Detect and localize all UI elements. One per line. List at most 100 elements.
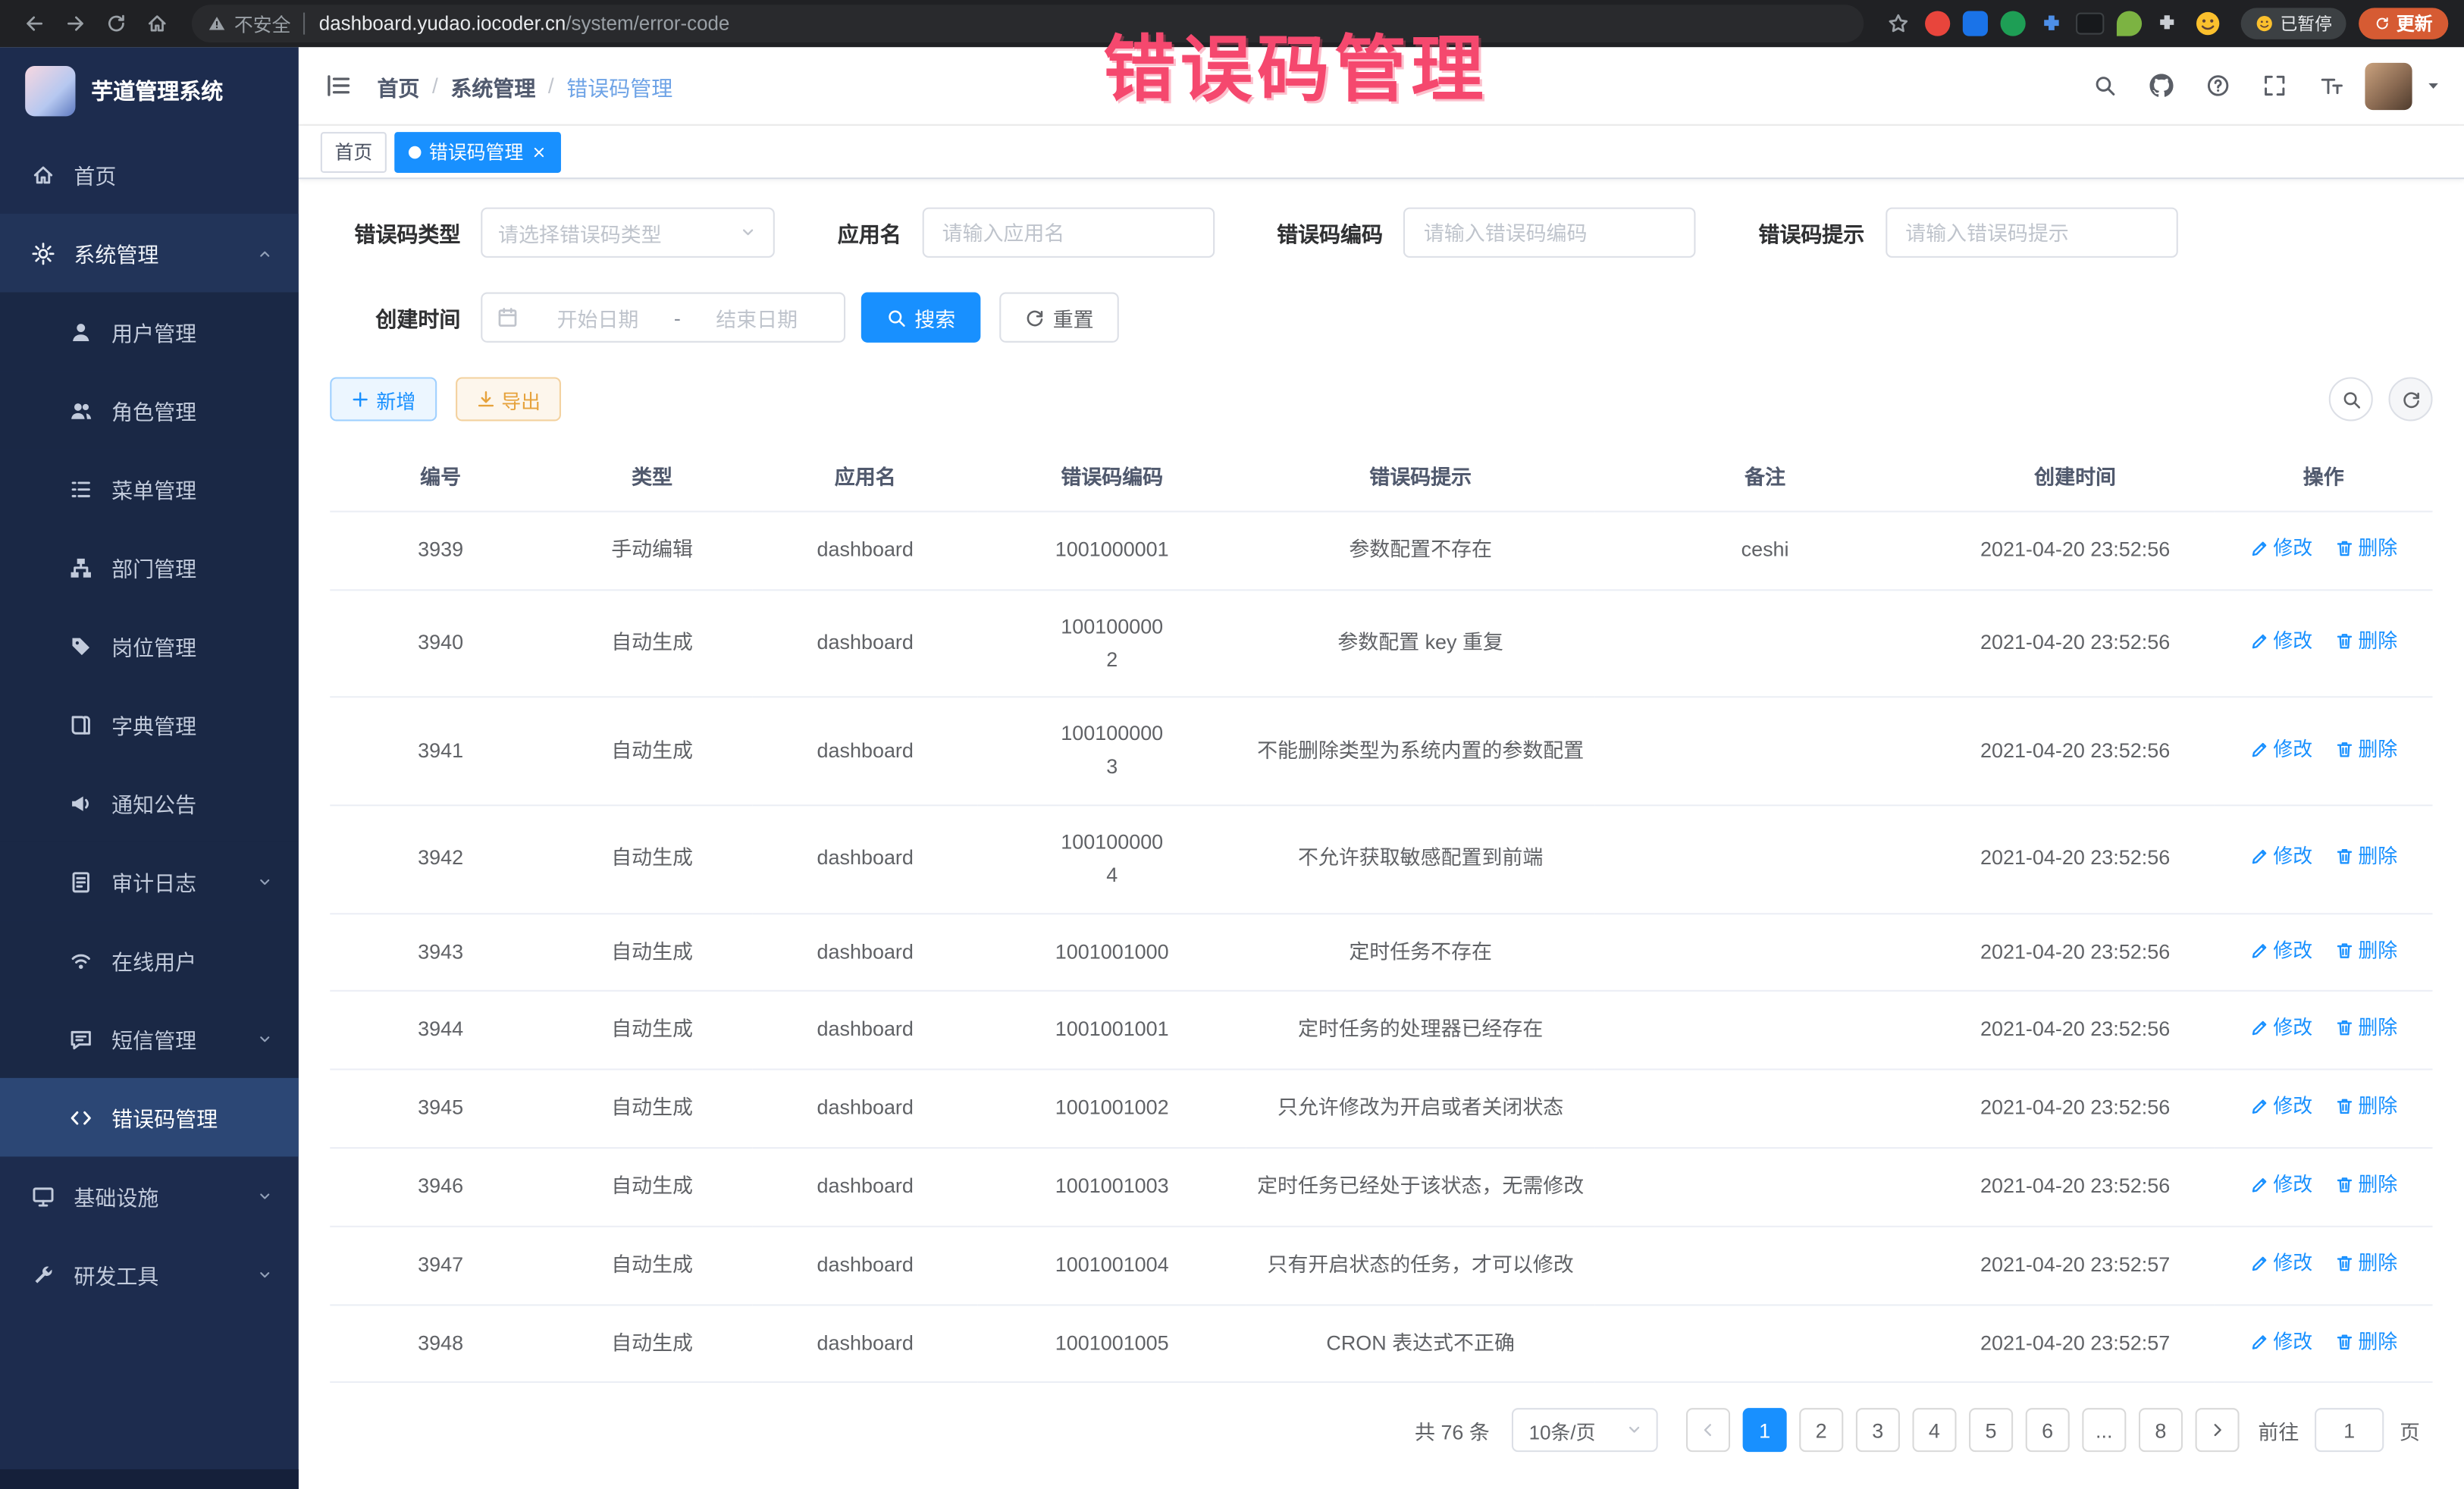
date-range-picker[interactable]: 开始日期 - 结束日期 (481, 293, 845, 343)
cell-code: 1001000004 (977, 805, 1246, 913)
page-button-3[interactable]: 3 (1856, 1409, 1900, 1453)
page-ellipsis[interactable]: ... (2082, 1409, 2126, 1453)
cell-id: 3944 (330, 992, 551, 1070)
sidebar-toggle-icon[interactable] (299, 72, 378, 99)
delete-link[interactable]: 删除 (2334, 842, 2397, 873)
sidebar-item-notice[interactable]: 通知公告 (0, 763, 299, 842)
edit-link[interactable]: 修改 (2249, 842, 2312, 873)
delete-link[interactable]: 删除 (2334, 533, 2397, 564)
cell-time: 2021-04-20 23:52:56 (1936, 1148, 2215, 1226)
tools-icon (31, 1262, 55, 1286)
avatar-caret-icon[interactable] (2425, 77, 2442, 95)
tab-error-code[interactable]: 错误码管理 (394, 131, 561, 172)
reset-button[interactable]: 重置 (999, 293, 1119, 343)
page-button-5[interactable]: 5 (1969, 1409, 2013, 1453)
sidebar-item-sms-management[interactable]: 短信管理 (0, 999, 299, 1078)
security-warning-icon[interactable] (208, 14, 227, 33)
edit-link[interactable]: 修改 (2249, 1247, 2312, 1278)
error-code-input[interactable] (1403, 208, 1696, 258)
tab-home[interactable]: 首页 (321, 131, 387, 172)
sidebar-item-post-management[interactable]: 岗位管理 (0, 607, 299, 685)
error-type-select[interactable]: 请选择错误码类型 (481, 208, 775, 258)
edit-link[interactable]: 修改 (2249, 1169, 2312, 1200)
edit-icon (2249, 1019, 2268, 1038)
sidebar-item-error-code-management[interactable]: 错误码管理 (0, 1078, 299, 1157)
extension-icon-red[interactable] (1925, 11, 1950, 36)
cell-actions: 修改删除 (2215, 697, 2433, 805)
edit-link[interactable]: 修改 (2249, 1325, 2312, 1356)
extension-icon-blue[interactable] (1963, 11, 1988, 36)
page-button-6[interactable]: 6 (2026, 1409, 2070, 1453)
edit-link[interactable]: 修改 (2249, 934, 2312, 965)
table-refresh-button[interactable] (2389, 377, 2433, 421)
fullscreen-icon[interactable] (2252, 64, 2296, 108)
close-icon[interactable] (531, 144, 547, 160)
user-avatar[interactable] (2365, 62, 2412, 109)
update-button[interactable]: 更新 (2359, 8, 2448, 39)
page-size-select[interactable]: 10条/页 (1512, 1409, 1658, 1453)
extensions-puzzle-icon[interactable] (2155, 11, 2180, 36)
delete-link[interactable]: 删除 (2334, 934, 2397, 965)
delete-link[interactable]: 删除 (2334, 733, 2397, 764)
export-button[interactable]: 导出 (455, 377, 561, 421)
table-search-button[interactable] (2329, 377, 2373, 421)
next-page-button[interactable] (2195, 1409, 2239, 1453)
edit-link[interactable]: 修改 (2249, 733, 2312, 764)
page-button-8[interactable]: 8 (2139, 1409, 2183, 1453)
bookmark-star-icon[interactable] (1879, 5, 1917, 42)
extension-icon-dark[interactable] (2076, 13, 2104, 35)
cell-type: 自动生成 (551, 697, 753, 805)
breadcrumb-item[interactable]: 首页 (377, 70, 419, 101)
delete-link[interactable]: 删除 (2334, 1091, 2397, 1122)
help-icon[interactable] (2196, 64, 2240, 108)
browser-back-icon[interactable] (16, 5, 54, 42)
font-size-icon[interactable] (2309, 64, 2353, 108)
page-button-4[interactable]: 4 (1912, 1409, 1956, 1453)
breadcrumb-item[interactable]: 系统管理 (450, 70, 535, 101)
edit-link[interactable]: 修改 (2249, 533, 2312, 564)
goto-page-input[interactable] (2315, 1409, 2384, 1453)
github-icon[interactable] (2139, 64, 2183, 108)
cell-type: 自动生成 (551, 913, 753, 991)
address-bar[interactable]: 不安全 dashboard.yudao.iocoder.cn/system/er… (192, 5, 1864, 42)
sidebar-item-home[interactable]: 首页 (0, 135, 299, 214)
edit-link[interactable]: 修改 (2249, 1013, 2312, 1044)
browser-profile-avatar-icon[interactable] (2193, 9, 2221, 37)
sidebar-item-user-management[interactable]: 用户管理 (0, 293, 299, 371)
header-search-icon[interactable] (2082, 64, 2126, 108)
sidebar-item-menu-management[interactable]: 菜单管理 (0, 450, 299, 528)
sidebar-item-dept-management[interactable]: 部门管理 (0, 528, 299, 607)
sidebar-item-infrastructure[interactable]: 基础设施 (0, 1157, 299, 1236)
extension-icon-green[interactable] (2001, 11, 2026, 36)
add-button[interactable]: 新增 (330, 377, 436, 421)
sidebar-item-audit-log[interactable]: 审计日志 (0, 842, 299, 921)
prev-page-button[interactable] (1686, 1409, 1730, 1453)
delete-link[interactable]: 删除 (2334, 1247, 2397, 1278)
edit-link[interactable]: 修改 (2249, 1091, 2312, 1122)
extension-icon-grid[interactable] (2038, 11, 2063, 36)
search-button[interactable]: 搜索 (861, 293, 981, 343)
sidebar-item-role-management[interactable]: 角色管理 (0, 371, 299, 450)
delete-link[interactable]: 删除 (2334, 1169, 2397, 1200)
tags-view: 首页错误码管理 (299, 126, 2464, 179)
app-name-input[interactable] (922, 208, 1215, 258)
sidebar-item-system-management[interactable]: 系统管理 (0, 214, 299, 293)
sidebar-item-dict-management[interactable]: 字典管理 (0, 685, 299, 764)
browser-home-icon[interactable] (138, 5, 176, 42)
delete-link[interactable]: 删除 (2334, 625, 2397, 657)
delete-link[interactable]: 删除 (2334, 1013, 2397, 1044)
edit-link[interactable]: 修改 (2249, 625, 2312, 657)
edit-icon (2249, 848, 2268, 867)
paused-label: 已暂停 (2280, 11, 2331, 36)
sidebar-item-dev-tools[interactable]: 研发工具 (0, 1235, 299, 1314)
error-hint-input[interactable] (1885, 208, 2177, 258)
delete-link[interactable]: 删除 (2334, 1325, 2397, 1356)
page-button-2[interactable]: 2 (1799, 1409, 1843, 1453)
browser-reload-icon[interactable] (98, 5, 136, 42)
extension-icon-leaf[interactable] (2117, 11, 2142, 36)
app-logo[interactable]: 芋道管理系统 (0, 47, 299, 135)
page-button-1[interactable]: 1 (1743, 1409, 1787, 1453)
sidebar-item-online-users[interactable]: 在线用户 (0, 921, 299, 1000)
paused-badge[interactable]: 已暂停 (2241, 8, 2346, 39)
browser-forward-icon[interactable] (57, 5, 95, 42)
